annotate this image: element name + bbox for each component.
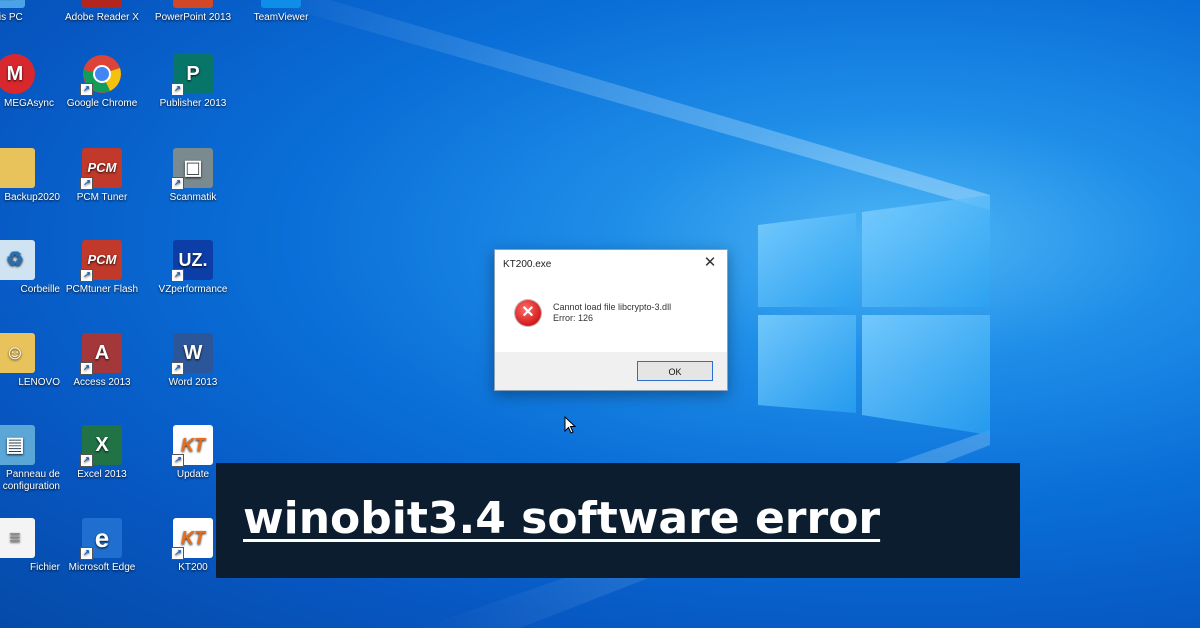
desktop-icon-edge[interactable]: e ↗ Microsoft Edge	[57, 518, 147, 574]
mega-icon: M	[0, 54, 35, 94]
desktop-icon-google-chrome[interactable]: ↗ Google Chrome	[57, 54, 147, 110]
mouse-cursor-icon	[564, 416, 576, 434]
powerpoint-icon: P	[173, 0, 213, 8]
dialog-titlebar[interactable]: KT200.exe ✕	[495, 250, 727, 278]
user-folder-icon: ☺	[0, 333, 35, 373]
chrome-icon: ↗	[80, 54, 122, 96]
desktop-icon-word[interactable]: W ↗ Word 2013	[148, 333, 238, 389]
access-icon: A ↗	[80, 333, 122, 375]
desktop-icon-recycle-bin[interactable]: ♻ Corbeille	[0, 240, 60, 296]
pcm-flash-icon: PCM ↗	[80, 240, 122, 282]
desktop-icon-scanmatik[interactable]: ▣ ↗ Scanmatik	[148, 148, 238, 204]
excel-icon: X ↗	[80, 425, 122, 467]
kt-update-icon: KT ↗	[171, 425, 213, 467]
computer-icon: 🖥	[0, 0, 25, 8]
desktop-icon-document[interactable]: ≡ Fichier	[0, 518, 60, 574]
desktop-icon-control-panel[interactable]: ▤ Panneau de configuration	[0, 425, 60, 493]
desktop-icon-teamviewer[interactable]: ↔ TeamViewer	[236, 0, 326, 24]
desktop-icon-megasync[interactable]: M MEGAsync	[0, 54, 60, 110]
edge-icon: e ↗	[80, 518, 122, 560]
desktop-icon-backup[interactable]: Backup2020	[0, 148, 60, 204]
folder-icon	[0, 148, 35, 188]
pcm-tuner-icon: PCM ↗	[80, 148, 122, 190]
pdf-icon: A	[82, 0, 122, 8]
error-dialog: KT200.exe ✕ ✕ Cannot load file libcrypto…	[494, 249, 728, 391]
desktop-icon-adobe-reader[interactable]: A Adobe Reader X	[57, 0, 147, 24]
control-panel-icon: ▤	[0, 425, 35, 465]
desktop-icon-pcm-tuner[interactable]: PCM ↗ PCM Tuner	[57, 148, 147, 204]
word-icon: W ↗	[171, 333, 213, 375]
desktop-icon-vzperformance[interactable]: UZ. ↗ VZperformance	[148, 240, 238, 296]
vz-icon: UZ. ↗	[171, 240, 213, 282]
dialog-message-line2: Error: 126	[553, 313, 594, 323]
desktop-icon-lenovo[interactable]: ☺ LENOVO	[0, 333, 60, 389]
desktop-icon-excel[interactable]: X ↗ Excel 2013	[57, 425, 147, 481]
dialog-message-line1: Cannot load file libcrypto-3.dll	[553, 302, 672, 312]
document-icon: ≡	[0, 518, 35, 558]
dialog-footer: OK	[495, 352, 727, 390]
teamviewer-icon: ↔	[261, 0, 301, 8]
desktop-icon-access[interactable]: A ↗ Access 2013	[57, 333, 147, 389]
ok-button[interactable]: OK	[637, 361, 713, 381]
kt200-icon: KT ↗	[171, 518, 213, 560]
dialog-title: KT200.exe	[503, 259, 552, 270]
desktop-icon-powerpoint[interactable]: P PowerPoint 2013	[148, 0, 238, 24]
dialog-body: ✕ Cannot load file libcrypto-3.dll Error…	[495, 278, 727, 352]
dialog-message: Cannot load file libcrypto-3.dll Error: …	[553, 302, 671, 324]
publisher-icon: P ↗	[171, 54, 213, 96]
banner-title: winobit3.4 software error	[243, 493, 881, 544]
scanmatik-icon: ▣ ↗	[171, 148, 213, 190]
recycle-bin-icon: ♻	[0, 240, 35, 280]
desktop-icon-pcm-flash[interactable]: PCM ↗ PCMtuner Flash	[57, 240, 147, 296]
windows-logo	[758, 195, 990, 435]
title-banner: winobit3.4 software error	[216, 463, 1020, 578]
close-icon[interactable]: ✕	[699, 254, 721, 272]
error-icon: ✕	[515, 300, 541, 326]
desktop-icon-publisher[interactable]: P ↗ Publisher 2013	[148, 54, 238, 110]
desktop-icon-this-pc[interactable]: 🖥 This PC	[0, 0, 50, 24]
